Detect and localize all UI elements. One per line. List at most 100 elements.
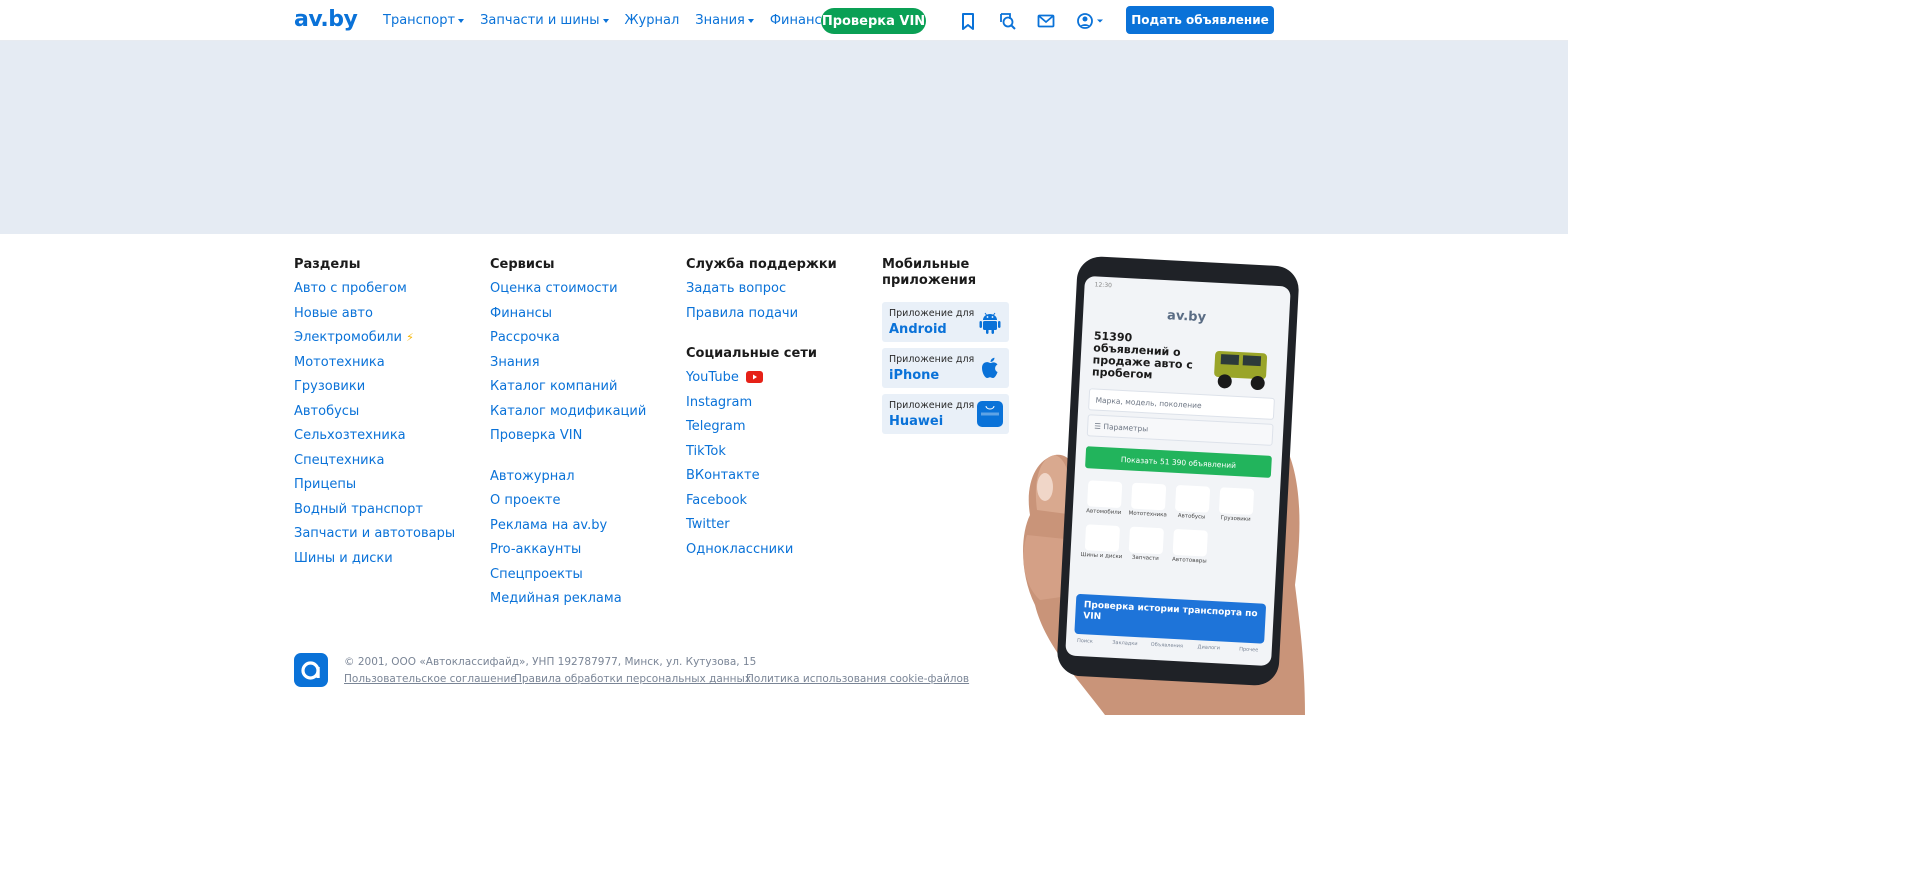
main-nav: Транспорт Запчасти и шины Журнал Знания … <box>383 0 848 41</box>
terms-link[interactable]: Пользовательское соглашение <box>344 673 517 685</box>
cookie-policy-link[interactable]: Политика использования cookie-файлов <box>746 673 969 685</box>
footer-link[interactable]: ВКонтакте <box>686 468 837 493</box>
sections-title: Разделы <box>294 257 361 272</box>
footer-link[interactable]: Шины и диски <box>294 551 455 576</box>
footer-link[interactable]: Водный транспорт <box>294 502 455 527</box>
footer-link[interactable]: Мототехника <box>294 355 455 380</box>
nav-label: Запчасти и шины <box>480 13 600 28</box>
copyright-text: © 2001, ООО «Автоклассифайд», УНП 192787… <box>344 656 757 668</box>
privacy-link[interactable]: Правила обработки персональных данных <box>514 673 751 685</box>
app-category-label: Автобусы <box>1177 513 1206 521</box>
footer-link[interactable]: Финансы <box>490 306 646 331</box>
footer-link-label: Электромобили <box>294 330 402 345</box>
footer-link[interactable]: Оценка стоимости <box>490 281 646 306</box>
app-card-name: Huawei <box>889 414 944 429</box>
user-icon[interactable] <box>1076 11 1106 31</box>
social-title: Социальные сети <box>686 346 817 361</box>
app-category-tile <box>1128 526 1164 555</box>
phone-mockup: 12:30 av.by 51390 объявлений о продаже а… <box>1015 255 1315 715</box>
footer-link[interactable]: Новые авто <box>294 306 455 331</box>
app-card-caption: Приложение для <box>889 354 975 365</box>
footer-link[interactable]: Спецтехника <box>294 453 455 478</box>
footer-apps: Мобильные приложения <box>882 257 992 297</box>
footer-support: Служба поддержки Задать вопрос Правила п… <box>686 257 837 566</box>
app-category-tile <box>1130 482 1167 511</box>
app-vin-promo: Проверка истории транспорта по VIN <box>1074 593 1267 644</box>
app-tab: Объявления <box>1150 641 1184 650</box>
footer-link[interactable]: Медийная реклама <box>490 591 646 616</box>
site-header: av.by Транспорт Запчасти и шины Журнал З… <box>0 0 1568 41</box>
footer-link[interactable]: Автожурнал <box>490 469 646 494</box>
post-ad-button[interactable]: Подать объявление <box>1126 6 1274 34</box>
services-title: Сервисы <box>490 257 555 272</box>
android-icon <box>977 309 1003 335</box>
app-tab: Диалоги <box>1197 644 1221 652</box>
chevron-down-icon <box>747 18 754 23</box>
nav-parts[interactable]: Запчасти и шины <box>480 13 609 28</box>
app-card-caption: Приложение для <box>889 308 975 319</box>
footer-link[interactable]: О проекте <box>490 493 646 518</box>
mail-icon[interactable] <box>1036 11 1056 31</box>
footer-link[interactable]: Instagram <box>686 395 837 420</box>
footer-link[interactable]: Реклама на av.by <box>490 518 646 543</box>
app-category-label: Автомобили <box>1086 508 1122 517</box>
nav-label: Транспорт <box>383 13 456 28</box>
app-category-label: Запчасти <box>1131 554 1159 563</box>
app-params-row: ☰ Параметры <box>1086 414 1274 446</box>
ad-banner-area <box>0 41 1568 234</box>
youtube-icon <box>746 371 764 388</box>
footer-link[interactable]: Запчасти и автотовары <box>294 526 455 551</box>
footer-link[interactable]: Twitter <box>686 517 837 542</box>
footer-link[interactable]: Грузовики <box>294 379 455 404</box>
footer-link[interactable]: Одноклассники <box>686 542 837 567</box>
footer-link[interactable]: Автобусы <box>294 404 455 429</box>
footer-link[interactable]: Знания <box>490 355 646 380</box>
chevron-down-icon <box>458 18 465 23</box>
app-category-label: Шины и диски <box>1080 552 1123 561</box>
app-tab: Закладки <box>1112 639 1138 648</box>
footer-link[interactable]: Каталог модификаций <box>490 404 646 429</box>
app-category-tile <box>1172 528 1208 557</box>
footer-logo[interactable] <box>294 653 328 687</box>
footer-link-electro[interactable]: Электромобили ⚡ <box>294 330 455 355</box>
nav-transport[interactable]: Транспорт <box>383 13 465 28</box>
footer-link-youtube[interactable]: YouTube <box>686 370 837 395</box>
phone-screen: 12:30 av.by 51390 объявлений о продаже а… <box>1065 275 1291 667</box>
site-logo[interactable]: av.by <box>294 7 358 32</box>
nav-journal[interactable]: Журнал <box>625 13 680 28</box>
app-card-name: Android <box>889 322 947 337</box>
footer-link[interactable]: Рассрочка <box>490 330 646 355</box>
footer-link[interactable]: TikTok <box>686 444 837 469</box>
android-app-button[interactable]: Приложение для Android <box>882 302 1009 342</box>
footer-link[interactable]: Pro-аккаунты <box>490 542 646 567</box>
footer-services: Сервисы Оценка стоимости Финансы Рассроч… <box>490 257 646 616</box>
iphone-app-button[interactable]: Приложение для iPhone <box>882 348 1009 388</box>
search-history-icon[interactable] <box>997 11 1017 31</box>
footer-link[interactable]: Авто с пробегом <box>294 281 455 306</box>
app-category-label: Автотовары <box>1171 556 1207 565</box>
footer-link[interactable]: Facebook <box>686 493 837 518</box>
footer-link[interactable]: Прицепы <box>294 477 455 502</box>
footer-link[interactable]: Сельхозтехника <box>294 428 455 453</box>
footer-link[interactable]: Проверка VIN <box>490 428 646 453</box>
footer-link[interactable]: Задать вопрос <box>686 281 837 306</box>
lightning-icon: ⚡ <box>406 331 414 344</box>
nav-knowledge[interactable]: Знания <box>695 13 754 28</box>
huawei-icon <box>977 401 1003 427</box>
apple-icon <box>977 355 1003 381</box>
huawei-app-button[interactable]: Приложение для Huawei <box>882 394 1009 434</box>
footer-link[interactable]: Каталог компаний <box>490 379 646 404</box>
footer-link[interactable]: Спецпроекты <box>490 567 646 592</box>
vin-check-button[interactable]: Проверка VIN <box>821 8 926 34</box>
footer-link[interactable]: Правила подачи <box>686 306 837 331</box>
nav-label: Знания <box>695 13 745 28</box>
app-card-caption: Приложение для <box>889 400 975 411</box>
footer-link[interactable]: Telegram <box>686 419 837 444</box>
footer-link-label: YouTube <box>686 370 739 385</box>
suv-image <box>1214 350 1268 391</box>
app-category-tile <box>1174 484 1211 513</box>
bookmark-icon[interactable] <box>958 11 978 31</box>
app-tab: Поиск <box>1076 637 1094 645</box>
